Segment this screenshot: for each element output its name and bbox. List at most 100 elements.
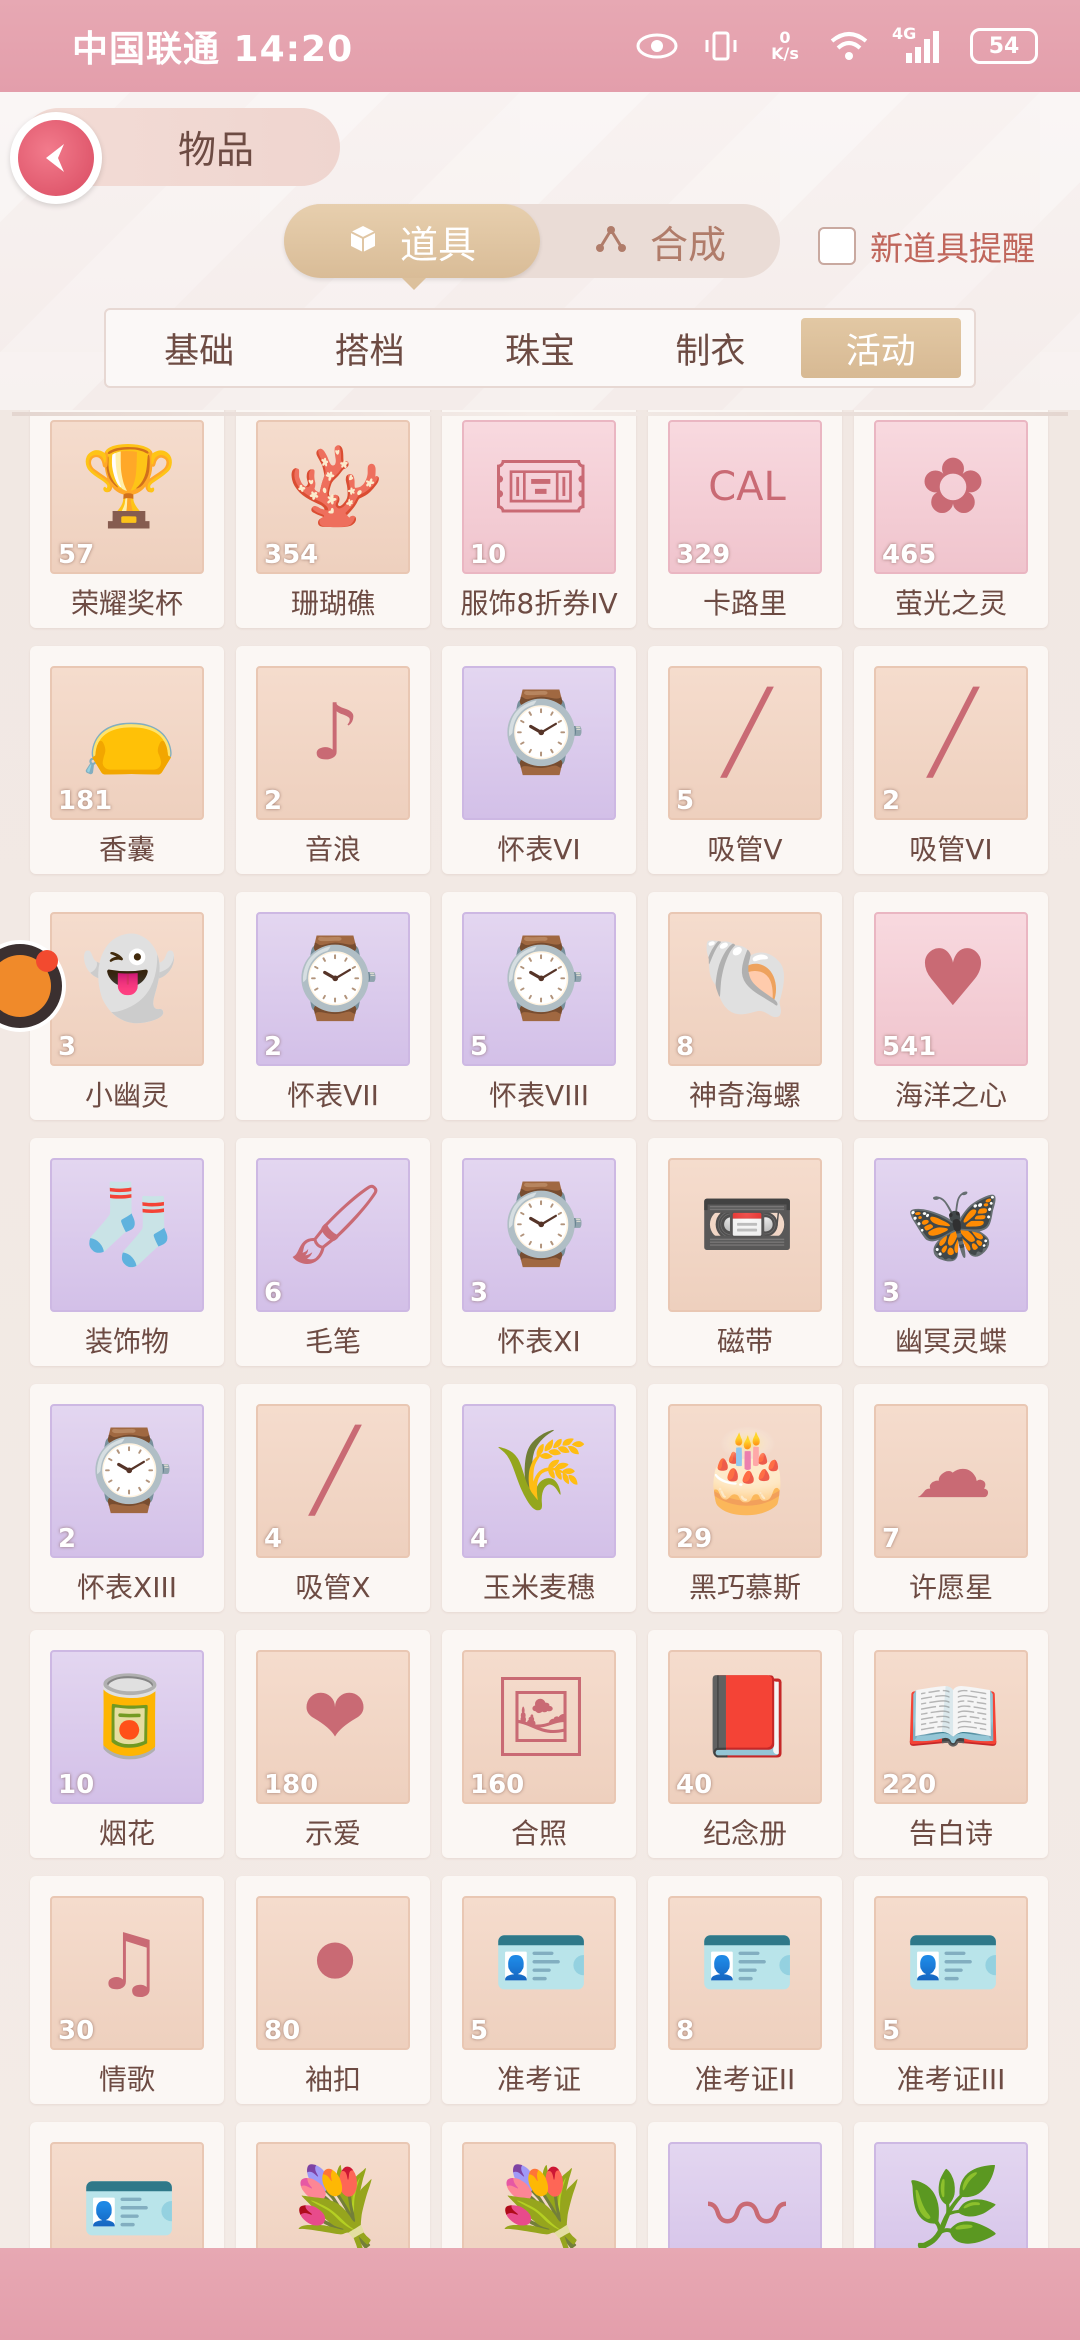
item-count: 3 [882, 1278, 901, 1308]
item-card[interactable]: 🎟 10 服饰8折券IV [442, 410, 636, 628]
item-image-icon: 💐 [286, 2163, 384, 2249]
items-grid-area[interactable]: 🏆 57 荣耀奖杯 🪸 354 珊瑚礁 🎟 10 服饰8折券IV CAL 329 卡路里 ✿ 465 萤光之… [0, 410, 1080, 2248]
item-count: 180 [264, 1770, 319, 1800]
item-card[interactable]: ⌚ 3 怀表XI [442, 1138, 636, 1366]
item-count: 2 [264, 786, 283, 816]
item-card[interactable]: ⌚ 2 怀表VII [236, 892, 430, 1120]
item-count: 2 [882, 786, 901, 816]
item-name: 海洋之心 [894, 1079, 1007, 1112]
tab-props[interactable]: 道具 [284, 204, 540, 278]
page-header: 物品 道具 合成 新道具提醒 基础 搭档 珠宝 制衣 活动 [0, 92, 1080, 410]
new-item-reminder[interactable]: 新道具提醒 [818, 222, 1035, 270]
item-name: 合照 [510, 1817, 567, 1850]
item-card[interactable]: 🖼 160 合照 [442, 1630, 636, 1858]
item-card[interactable]: 🌾 4 玉米麦穗 [442, 1384, 636, 1612]
item-name: 准考证 [496, 2063, 581, 2096]
item-card[interactable]: ♪ 2 音浪 [236, 646, 430, 874]
item-card[interactable]: CAL 329 卡路里 [648, 410, 842, 628]
item-card[interactable]: 🌿631植物染料 [854, 2122, 1048, 2248]
category-partner[interactable]: 搭档 [290, 318, 450, 378]
item-card[interactable]: 💐手捧花VI [442, 2122, 636, 2248]
category-event[interactable]: 活动 [800, 318, 961, 378]
status-bar: 中国联通 14:20 0 K/s 4G 54 [0, 0, 1080, 92]
category-tailoring[interactable]: 制衣 [630, 318, 790, 378]
item-name: 装饰物 [84, 1325, 169, 1358]
item-image-icon: 🥫 [80, 1671, 178, 1762]
header-divider [12, 412, 1068, 416]
item-image-icon: ⌚ [492, 933, 590, 1024]
tab-synthesis[interactable]: 合成 [540, 204, 780, 278]
item-image-icon: 👻 [80, 933, 178, 1024]
category-basic[interactable]: 基础 [119, 318, 279, 378]
item-name: 小幽灵 [84, 1079, 169, 1112]
item-image-icon: ⌚ [286, 933, 384, 1024]
item-card[interactable]: 🪪 5 准考证III [854, 1876, 1048, 2104]
category-jewelry[interactable]: 珠宝 [460, 318, 620, 378]
page-title: 物品 [178, 128, 255, 172]
item-card[interactable]: ♫ 30 情歌 [30, 1876, 224, 2104]
vibrate-icon [700, 28, 742, 64]
item-card[interactable]: ╱ 5 吸管V [648, 646, 842, 874]
item-card[interactable]: 📖 220 告白诗 [854, 1630, 1048, 1858]
item-card[interactable]: 🪸 354 珊瑚礁 [236, 410, 430, 628]
item-image-icon: 🌾 [492, 1425, 590, 1516]
item-card[interactable]: 〰570表丝绸带 [648, 2122, 842, 2248]
item-thumbnail: 🎟 10 [462, 420, 616, 574]
item-card[interactable]: ⌚ 怀表VI [442, 646, 636, 874]
network-type: 4G [892, 24, 917, 43]
battery-indicator: 54 [970, 28, 1038, 64]
item-card[interactable]: 👝 181 香囊 [30, 646, 224, 874]
item-card[interactable]: ❤ 180 示爱 [236, 1630, 430, 1858]
item-thumbnail: 🦋 3 [874, 1158, 1028, 1312]
item-name: 许愿星 [908, 1571, 993, 1604]
item-card[interactable]: 🎂 29 黑巧慕斯 [648, 1384, 842, 1612]
item-card[interactable]: ╱ 4 吸管X [236, 1384, 430, 1612]
item-card[interactable]: 🥫 10 烟花 [30, 1630, 224, 1858]
tab-caret [402, 278, 426, 290]
item-image-icon: 📼 [698, 1179, 796, 1270]
item-card[interactable]: 🦋 3 幽冥灵蝶 [854, 1138, 1048, 1366]
item-thumbnail: 🧦 [50, 1158, 204, 1312]
item-count: 57 [58, 540, 95, 570]
back-button[interactable] [10, 112, 102, 204]
item-image-icon: 💐 [492, 2163, 590, 2249]
item-name: 服饰8折券IV [460, 587, 618, 620]
item-count: 354 [264, 540, 319, 570]
item-thumbnail: ♫ 30 [50, 1896, 204, 2050]
item-thumbnail: ⌚ 2 [50, 1404, 204, 1558]
item-card[interactable]: 📼 磁带 [648, 1138, 842, 1366]
net-speed-icon: 0 K/s [771, 28, 799, 63]
item-card[interactable]: ⚫ 80 袖扣 [236, 1876, 430, 2104]
item-card[interactable]: 🪪 8 准考证II [648, 1876, 842, 2104]
item-card[interactable]: 🧦 装饰物 [30, 1138, 224, 1366]
item-card[interactable]: ☁ 7 许愿星 [854, 1384, 1048, 1612]
item-card[interactable]: 🪪 5 准考证 [442, 1876, 636, 2104]
item-count: 4 [264, 1524, 283, 1554]
item-image-icon: ⌚ [492, 687, 590, 778]
item-thumbnail: 👝 181 [50, 666, 204, 820]
reminder-checkbox[interactable] [818, 227, 856, 265]
item-card[interactable]: 🐚 8 神奇海螺 [648, 892, 842, 1120]
reminder-label: 新道具提醒 [870, 229, 1035, 268]
item-thumbnail: 🥫 10 [50, 1650, 204, 1804]
item-thumbnail: 🌾 4 [462, 1404, 616, 1558]
item-count: 220 [882, 1770, 937, 1800]
item-image-icon: 🎟 [491, 441, 591, 532]
item-card[interactable]: ⌚ 5 怀表VIII [442, 892, 636, 1120]
item-image-icon: ╱ [311, 1426, 359, 1516]
item-thumbnail: 💐 [256, 2142, 410, 2248]
item-card[interactable]: ✿ 465 萤光之灵 [854, 410, 1048, 628]
item-card[interactable]: 🖌 6 毛笔 [236, 1138, 430, 1366]
item-card[interactable]: 🪪3准考证VIII [30, 2122, 224, 2248]
item-card[interactable]: 📕 40 纪念册 [648, 1630, 842, 1858]
item-card[interactable]: ⌚ 2 怀表XIII [30, 1384, 224, 1612]
item-card[interactable]: ╱ 2 吸管VI [854, 646, 1048, 874]
item-thumbnail: 🪪 5 [462, 1896, 616, 2050]
item-count: 8 [676, 1032, 695, 1062]
item-name: 吸管X [295, 1571, 371, 1604]
item-card[interactable]: ♥ 541 海洋之心 [854, 892, 1048, 1120]
item-card[interactable]: 🏆 57 荣耀奖杯 [30, 410, 224, 628]
item-card[interactable]: 💐手捧花IV [236, 2122, 430, 2248]
item-image-icon: ❤ [302, 1672, 368, 1762]
item-image-icon: 🦋 [904, 1179, 1002, 1270]
